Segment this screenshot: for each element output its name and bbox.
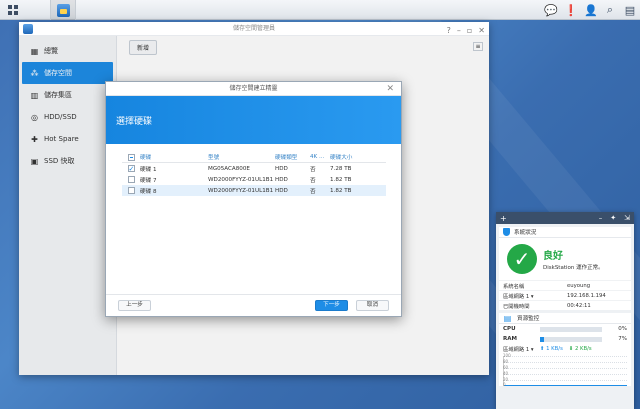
add-widget-icon[interactable]: + (500, 214, 507, 223)
disk-model: WD2000FYYZ-01UL1B1 (208, 187, 274, 194)
disk-name: 硬碟 7 (140, 177, 157, 184)
disk-name: 硬碟 8 (140, 188, 157, 195)
shield-icon (503, 228, 510, 236)
row-checkbox[interactable]: ✓ (127, 165, 135, 173)
storage-manager-taskbar-button[interactable] (50, 0, 76, 20)
pin-icon[interactable]: ✦ (610, 214, 616, 222)
info-row: 區域網路 1 ▾ 192.168.1.194 (499, 290, 631, 300)
ram-bar (540, 336, 602, 342)
chat-icon[interactable]: 💬 (544, 4, 558, 17)
table-row[interactable]: 硬碟 7 WD2000FYYZ-01UL1B1 HDD 否 1.82 TB (122, 174, 386, 185)
download-rate: ⬇ 2 KB/s (568, 346, 592, 352)
grid-icon (8, 5, 18, 15)
disk-4k: 否 (310, 166, 316, 173)
ram-bar-fill (540, 336, 545, 342)
disk-4k: 否 (310, 177, 316, 184)
health-subtitle: DiskStation 運作正常。 (543, 265, 604, 271)
graph-tick-label: 0 (503, 382, 506, 387)
ram-percent: 7% (618, 336, 627, 342)
disk-type: HDD (275, 187, 288, 194)
check-icon: ✓ (507, 244, 537, 274)
column-header[interactable]: 硬碟 (140, 153, 208, 161)
taskbar: 💬 ❗ 👤 ⌕ ▤ (0, 0, 640, 20)
window-title: 儲存空間管理員 (232, 25, 275, 32)
dialog-title: 儲存空間建立精靈 (229, 85, 278, 92)
step-heading: 選擇硬碟 (116, 117, 153, 127)
widget-header: + – ✦ ⇲ (496, 212, 634, 224)
card-title: 資源監控 (517, 316, 540, 322)
card-title: 系統狀況 (514, 230, 537, 236)
health-status: 良好 (543, 251, 563, 262)
column-header[interactable]: 硬碟大小 (330, 153, 386, 161)
disk-type: HDD (275, 176, 288, 183)
ram-label: RAM (503, 336, 517, 342)
user-icon[interactable]: 👤 (584, 4, 598, 17)
info-key: 已開機時間 (503, 303, 530, 310)
info-key: 系統名稱 (503, 283, 525, 290)
disk-model: WD2000FYYZ-01UL1B1 (208, 176, 274, 183)
graph-tick-label: 60 (503, 365, 509, 370)
column-header[interactable]: 4K ... (310, 154, 330, 160)
cancel-button[interactable]: 取消 (356, 300, 389, 311)
dialog-footer: 上一步 下一步 取消 (106, 294, 401, 316)
prev-button[interactable]: 上一步 (118, 300, 151, 311)
disk-name: 硬碟 1 (140, 166, 157, 173)
disk-size: 7.28 TB (330, 165, 352, 172)
info-value: euyoung (567, 282, 591, 289)
info-row: 系統名稱 euyoung (499, 280, 631, 290)
disk-type: HDD (275, 165, 288, 172)
info-value: 00:42:11 (567, 302, 591, 309)
select-all-checkbox[interactable] (127, 153, 135, 161)
lan-selector[interactable]: 區域網路 1 ▾ (503, 345, 540, 353)
column-header[interactable]: 硬碟類型 (275, 153, 310, 161)
disk-4k: 否 (310, 188, 316, 195)
widgets-icon[interactable]: ▤ (624, 4, 636, 17)
resource-monitor-card: ▤ 資源監控 CPU 0% RAM 7% 區域網路 1 ▾ ⬆ 1 KB/s ⬇… (499, 313, 631, 387)
storage-manager-icon (23, 24, 33, 34)
dialog-banner: 選擇硬碟 (106, 96, 401, 144)
info-value: 192.168.1.194 (567, 292, 606, 299)
minus-icon[interactable]: – (599, 214, 603, 222)
graph-tick-label: 100 (503, 353, 511, 358)
graph-tick-label: 40 (503, 371, 509, 376)
upload-rate: ⬆ 1 KB/s (540, 346, 563, 352)
row-checkbox[interactable] (127, 176, 135, 183)
ram-row: RAM 7% (499, 334, 631, 344)
system-health-card: 系統狀況 ✓ 良好 DiskStation 運作正常。 系統名稱 euyoung… (499, 227, 631, 310)
info-row: 已開機時間 00:42:11 (499, 300, 631, 310)
disk-size: 1.82 TB (330, 187, 352, 194)
notification-icon[interactable]: ❗ (564, 4, 578, 17)
column-header[interactable]: 型號 (208, 153, 275, 161)
table-row[interactable]: 硬碟 8 WD2000FYYZ-01UL1B1 HDD 否 1.82 TB (122, 185, 386, 196)
widget-panel: + – ✦ ⇲ 系統狀況 ✓ 良好 DiskStation 運作正常。 系統名稱… (496, 212, 634, 409)
disk-model: MG05ACA800E (208, 165, 250, 172)
window-titlebar[interactable]: 儲存空間管理員 ? – ▫ ✕ (19, 22, 489, 36)
disk-size: 1.82 TB (330, 176, 352, 183)
dialog-titlebar[interactable]: 儲存空間建立精靈 ✕ (106, 82, 401, 96)
cpu-label: CPU (503, 326, 516, 332)
table-header: 硬碟 型號 硬碟類型 4K ... 硬碟大小 (122, 152, 386, 163)
cpu-percent: 0% (618, 326, 627, 332)
cpu-row: CPU 0% (499, 324, 631, 334)
monitor-icon: ▤ (503, 313, 512, 323)
table-row[interactable]: ✓ 硬碟 1 MG05ACA800E HDD 否 7.28 TB (122, 163, 386, 174)
lan-selector[interactable]: 區域網路 1 ▾ (503, 292, 567, 300)
cpu-bar (540, 326, 602, 332)
next-button[interactable]: 下一步 (315, 300, 348, 311)
search-icon[interactable]: ⌕ (604, 3, 616, 17)
settings-icon[interactable]: ⇲ (624, 214, 630, 222)
main-menu-button[interactable] (0, 0, 26, 20)
network-row: 區域網路 1 ▾ ⬆ 1 KB/s ⬇ 2 KB/s (499, 344, 631, 354)
storage-manager-icon (56, 3, 70, 17)
row-checkbox[interactable] (127, 187, 135, 194)
network-graph: 100 80 60 40 20 0 (503, 353, 627, 387)
disk-table: 硬碟 型號 硬碟類型 4K ... 硬碟大小 ✓ 硬碟 1 MG05ACA800… (122, 152, 386, 196)
close-icon[interactable]: ✕ (386, 82, 394, 96)
graph-tick-label: 80 (503, 359, 509, 364)
volume-wizard-dialog: 儲存空間建立精靈 ✕ 選擇硬碟 硬碟 型號 硬碟類型 4K ... 硬碟大小 ✓… (105, 81, 402, 317)
